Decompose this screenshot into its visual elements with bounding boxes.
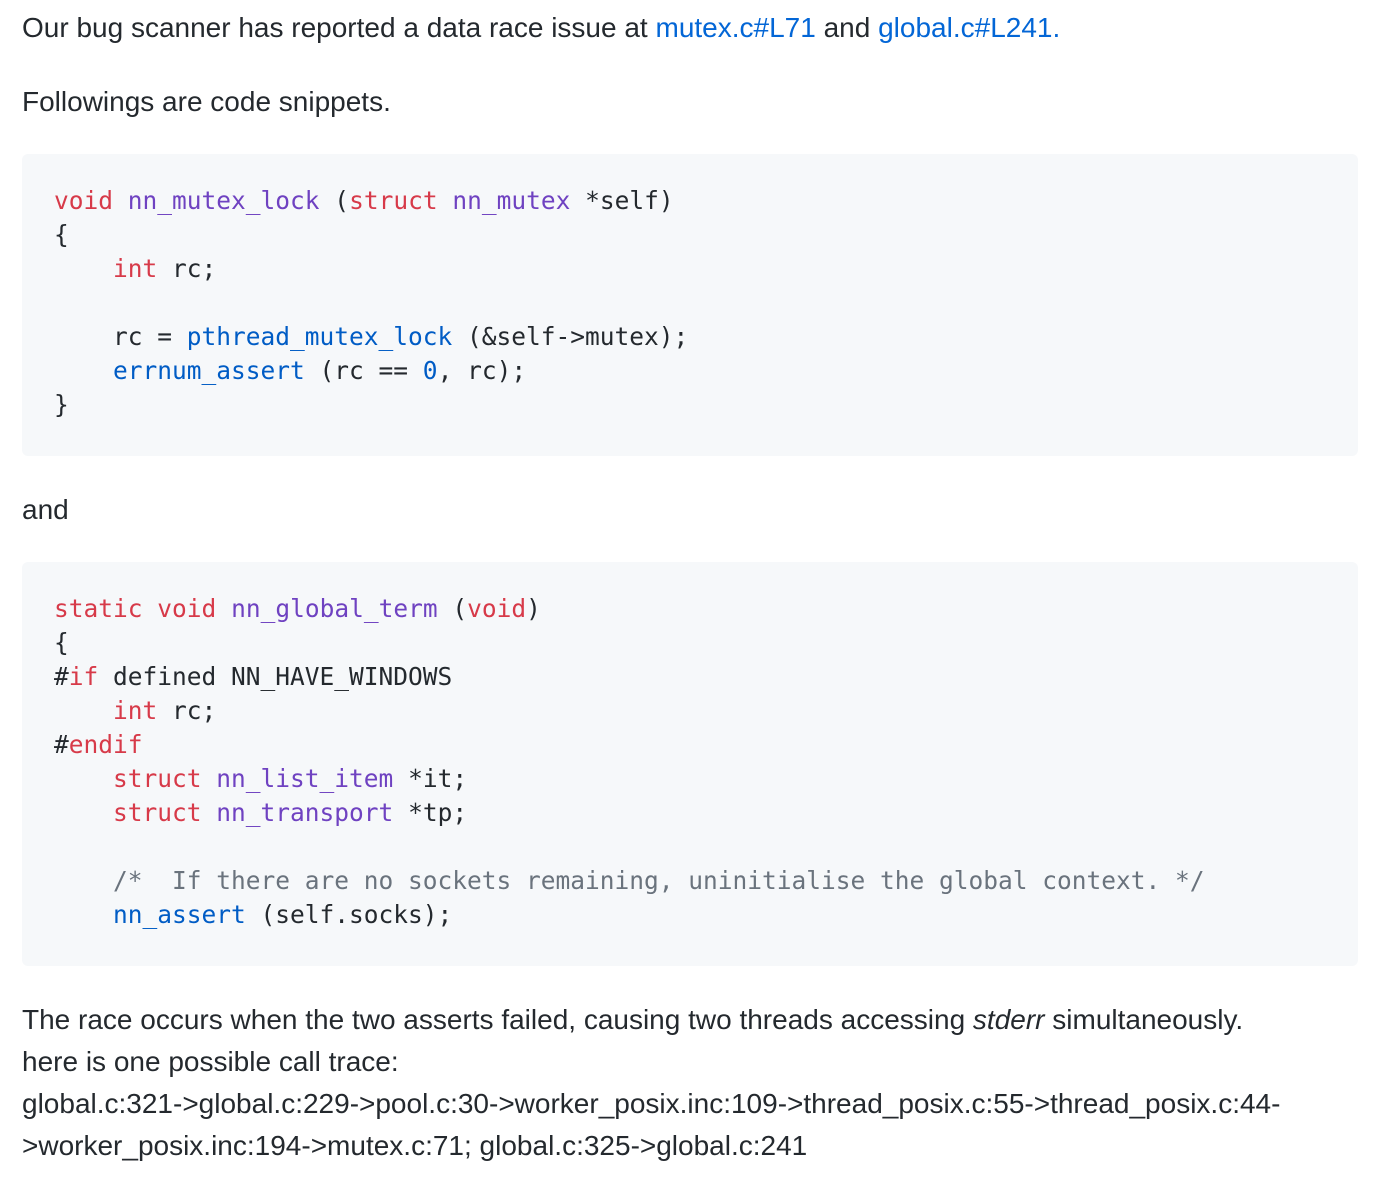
code-text: (&self->mutex);	[452, 322, 689, 351]
code-comment: /* If there are no sockets remaining, un…	[113, 866, 1205, 895]
race-text: simultaneously.	[1044, 1004, 1244, 1035]
keyword: static	[54, 594, 143, 623]
followings-paragraph: Followings are code snippets.	[22, 86, 391, 117]
code-line: struct nn_list_item *it;	[54, 762, 1205, 796]
code-line: static void nn_global_term (void)	[54, 592, 1205, 626]
keyword: void	[54, 186, 114, 215]
code-text: (	[319, 186, 350, 215]
number-literal: 0	[422, 356, 438, 385]
global-link[interactable]: global.c#L241	[878, 12, 1052, 43]
code-text: (rc ==	[304, 356, 423, 385]
type-name: nn_list_item	[216, 764, 394, 793]
code-line: rc = pthread_mutex_lock (&self->mutex);	[54, 320, 688, 354]
code-block-mutex: void nn_mutex_lock (struct nn_mutex *sel…	[22, 154, 1358, 456]
intro-and-text: and	[815, 12, 879, 43]
code-text: defined NN_HAVE_WINDOWS	[98, 662, 453, 691]
code-text: (self.socks);	[245, 900, 453, 929]
builtin-call: errnum_assert	[113, 356, 305, 385]
code-text: , rc);	[437, 356, 527, 385]
stderr-emphasis: stderr	[972, 1004, 1045, 1035]
call-trace-line-1: global.c:321->global.c:229->pool.c:30->w…	[22, 1088, 1281, 1119]
code-mutex-lock: void nn_mutex_lock (struct nn_mutex *sel…	[54, 184, 688, 422]
code-global-term: static void nn_global_term (void) { #if …	[54, 592, 1205, 932]
code-text: #	[54, 730, 69, 759]
code-block-global: static void nn_global_term (void) { #if …	[22, 562, 1358, 966]
keyword: endif	[68, 730, 143, 759]
keyword: void	[157, 594, 217, 623]
builtin-call: pthread_mutex_lock	[186, 322, 453, 351]
code-line: int rc;	[54, 252, 688, 286]
keyword: if	[68, 662, 99, 691]
code-text: rc =	[113, 322, 187, 351]
code-text: (	[437, 594, 468, 623]
function-name: nn_global_term	[231, 594, 438, 623]
keyword: void	[467, 594, 527, 623]
keyword: struct	[113, 764, 202, 793]
issue-body: Our bug scanner has reported a data race…	[0, 0, 1380, 1184]
builtin-call: nn_assert	[113, 900, 246, 929]
keyword: int	[113, 696, 158, 725]
function-name: nn_mutex_lock	[127, 186, 320, 215]
keyword: struct	[349, 186, 438, 215]
race-text: The race occurs when the two asserts fai…	[22, 1004, 973, 1035]
type-name: nn_mutex	[452, 186, 571, 215]
code-line: errnum_assert (rc == 0, rc);	[54, 354, 688, 388]
code-text: *it;	[393, 764, 468, 793]
code-text: #	[54, 662, 69, 691]
code-line: #endif	[54, 728, 1205, 762]
code-line: nn_assert (self.socks);	[54, 898, 1205, 932]
intro-paragraph: Our bug scanner has reported a data race…	[22, 7, 1362, 49]
code-text: )	[526, 594, 541, 623]
code-line: {	[54, 220, 69, 249]
code-text: *self)	[570, 186, 674, 215]
code-text: *tp;	[393, 798, 468, 827]
code-line: {	[54, 628, 69, 657]
call-trace-intro: here is one possible call trace:	[22, 1046, 399, 1077]
code-line: struct nn_transport *tp;	[54, 796, 1205, 830]
code-line: }	[54, 390, 69, 419]
code-line: int rc;	[54, 694, 1205, 728]
code-text: rc;	[157, 254, 217, 283]
code-line: #if defined NN_HAVE_WINDOWS	[54, 660, 1205, 694]
code-line: /* If there are no sockets remaining, un…	[54, 864, 1205, 898]
code-text: rc;	[157, 696, 217, 725]
keyword: struct	[113, 798, 202, 827]
type-name: nn_transport	[216, 798, 394, 827]
race-description-line: The race occurs when the two asserts fai…	[22, 999, 1362, 1041]
call-trace-line-2: >worker_posix.inc:194->mutex.c:71; globa…	[22, 1130, 808, 1161]
intro-text: Our bug scanner has reported a data race…	[22, 12, 656, 43]
keyword: int	[113, 254, 158, 283]
mutex-link[interactable]: mutex.c#L71	[656, 12, 816, 43]
intro-period: .	[1052, 12, 1061, 43]
and-paragraph: and	[22, 494, 69, 525]
code-line: void nn_mutex_lock (struct nn_mutex *sel…	[54, 184, 688, 218]
